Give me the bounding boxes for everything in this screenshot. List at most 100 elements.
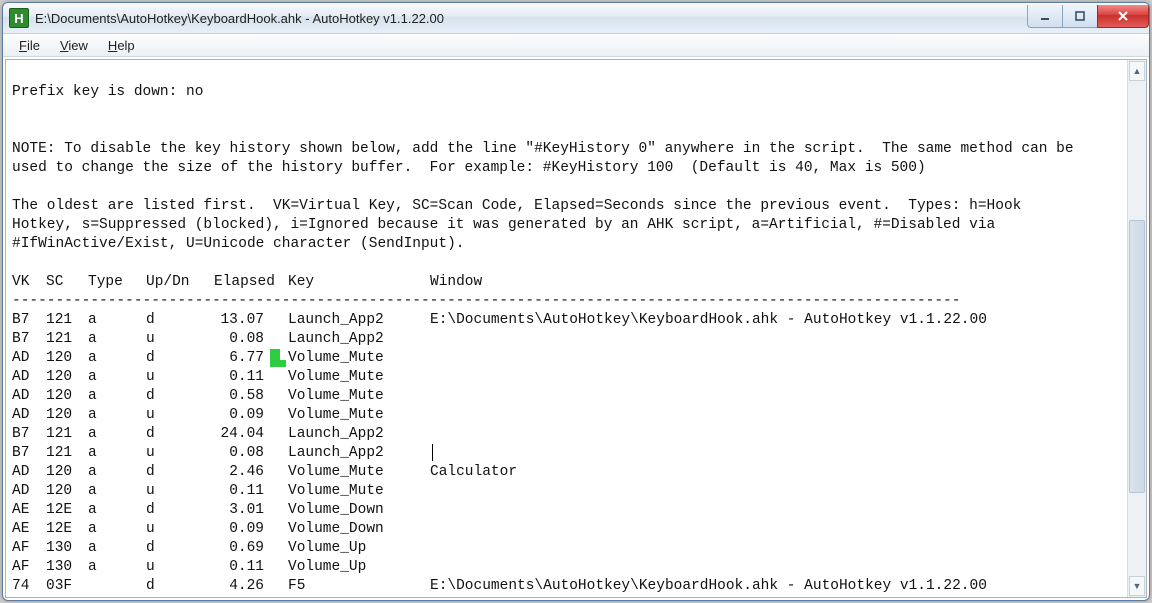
- menubar: File View Help: [3, 34, 1149, 57]
- cell-elapsed: 0.09: [214, 406, 288, 425]
- col-vk: VK: [12, 273, 46, 292]
- cell-elapsed: 0.08: [214, 444, 288, 463]
- cell-key: Volume_Mute: [288, 368, 430, 387]
- cell-window: [430, 387, 1122, 406]
- cell-type: a: [88, 368, 146, 387]
- cell-key: Volume_Mute: [288, 387, 430, 406]
- cell-elapsed: 24.04: [214, 425, 288, 444]
- cell-sc: 121: [46, 444, 88, 463]
- cell-updn: d: [146, 387, 214, 406]
- table-row: B7121ad24.04Launch_App2: [12, 425, 1122, 444]
- col-sc: SC: [46, 273, 88, 292]
- table-row: AD120ad6.77Volume_Mute: [12, 349, 1122, 368]
- cell-sc: 120: [46, 406, 88, 425]
- cell-updn: u: [146, 368, 214, 387]
- note-text: used to change the size of the history b…: [12, 160, 926, 176]
- cell-updn: d: [146, 501, 214, 520]
- cell-window: Calculator: [430, 463, 1122, 482]
- text-content[interactable]: Prefix key is down: no NOTE: To disable …: [6, 60, 1128, 597]
- close-button[interactable]: [1097, 5, 1149, 28]
- cell-sc: 03F: [46, 577, 88, 596]
- footer-hint: Press [F5] to refresh.: [12, 597, 203, 598]
- legend-text: The oldest are listed first. VK=Virtual …: [12, 198, 1021, 214]
- app-icon: H: [9, 8, 29, 28]
- table-header: VKSCTypeUp/DnElapsed KeyWindow: [12, 273, 1122, 292]
- cell-key: Volume_Up: [288, 539, 430, 558]
- cell-window: [430, 349, 1122, 368]
- cell-vk: B7: [12, 444, 46, 463]
- cell-sc: 130: [46, 539, 88, 558]
- header-separator: ----------------------------------------…: [12, 293, 960, 309]
- cell-window: E:\Documents\AutoHotkey\KeyboardHook.ahk…: [430, 577, 1122, 596]
- cell-updn: u: [146, 558, 214, 577]
- cell-vk: B7: [12, 330, 46, 349]
- menu-view[interactable]: View: [50, 36, 98, 55]
- cell-window: [430, 520, 1122, 539]
- close-icon: [1116, 10, 1130, 22]
- note-text: NOTE: To disable the key history shown b…: [12, 141, 1074, 157]
- cell-key: Launch_App2: [288, 330, 430, 349]
- table-row: AD120au0.11Volume_Mute: [12, 368, 1122, 387]
- prefix-status: Prefix key is down: no: [12, 84, 203, 100]
- table-row: AF130ad0.69Volume_Up: [12, 539, 1122, 558]
- col-elapsed: Elapsed: [214, 273, 288, 292]
- cell-vk: AF: [12, 539, 46, 558]
- cell-elapsed: 0.09: [214, 520, 288, 539]
- table-row: AD120ad2.46Volume_MuteCalculator: [12, 463, 1122, 482]
- cell-type: a: [88, 520, 146, 539]
- table-row: AD120ad0.58Volume_Mute: [12, 387, 1122, 406]
- cell-updn: u: [146, 330, 214, 349]
- cell-key: Volume_Mute: [288, 482, 430, 501]
- cell-window: [430, 539, 1122, 558]
- app-window: H E:\Documents\AutoHotkey\KeyboardHook.a…: [2, 2, 1150, 601]
- cell-elapsed: 0.11: [214, 482, 288, 501]
- cell-key: Volume_Mute: [288, 406, 430, 425]
- cell-updn: d: [146, 311, 214, 330]
- col-window: Window: [430, 273, 1122, 292]
- cell-sc: 130: [46, 558, 88, 577]
- cell-type: a: [88, 311, 146, 330]
- cell-vk: AD: [12, 463, 46, 482]
- cell-updn: d: [146, 577, 214, 596]
- cell-updn: d: [146, 349, 214, 368]
- table-row: B7121au0.08Launch_App2: [12, 330, 1122, 349]
- vertical-scrollbar[interactable]: ▲ ▼: [1127, 60, 1146, 597]
- cell-updn: u: [146, 406, 214, 425]
- table-row: B7121au0.08Launch_App2: [12, 444, 1122, 463]
- cell-vk: AE: [12, 501, 46, 520]
- menu-help[interactable]: Help: [98, 36, 145, 55]
- minimize-icon: [1039, 10, 1051, 22]
- menu-file[interactable]: File: [9, 36, 50, 55]
- cell-vk: AD: [12, 368, 46, 387]
- cell-vk: 74: [12, 577, 46, 596]
- minimize-button[interactable]: [1027, 5, 1063, 28]
- titlebar[interactable]: H E:\Documents\AutoHotkey\KeyboardHook.a…: [3, 3, 1149, 34]
- cell-elapsed: 4.26: [214, 577, 288, 596]
- cell-vk: AE: [12, 520, 46, 539]
- cell-sc: 120: [46, 482, 88, 501]
- cell-key: Launch_App2: [288, 425, 430, 444]
- cell-type: [88, 577, 146, 596]
- cell-sc: 120: [46, 368, 88, 387]
- scroll-thumb[interactable]: [1129, 220, 1145, 493]
- scroll-down-button[interactable]: ▼: [1129, 576, 1145, 596]
- scroll-track[interactable]: [1128, 82, 1146, 575]
- cell-elapsed: 0.11: [214, 368, 288, 387]
- cell-updn: u: [146, 444, 214, 463]
- cell-key: F5: [288, 577, 430, 596]
- cell-window: [430, 444, 1122, 463]
- cell-vk: AD: [12, 406, 46, 425]
- table-row: AF130au0.11Volume_Up: [12, 558, 1122, 577]
- cell-sc: 120: [46, 387, 88, 406]
- cell-updn: u: [146, 482, 214, 501]
- maximize-button[interactable]: [1062, 5, 1098, 28]
- cell-type: a: [88, 539, 146, 558]
- cell-updn: d: [146, 539, 214, 558]
- cell-key: Volume_Mute: [288, 349, 430, 368]
- scroll-up-button[interactable]: ▲: [1129, 61, 1145, 81]
- cell-elapsed: 0.58: [214, 387, 288, 406]
- cell-type: a: [88, 558, 146, 577]
- cell-sc: 12E: [46, 520, 88, 539]
- cell-key: Volume_Down: [288, 520, 430, 539]
- text-cursor: [432, 444, 433, 461]
